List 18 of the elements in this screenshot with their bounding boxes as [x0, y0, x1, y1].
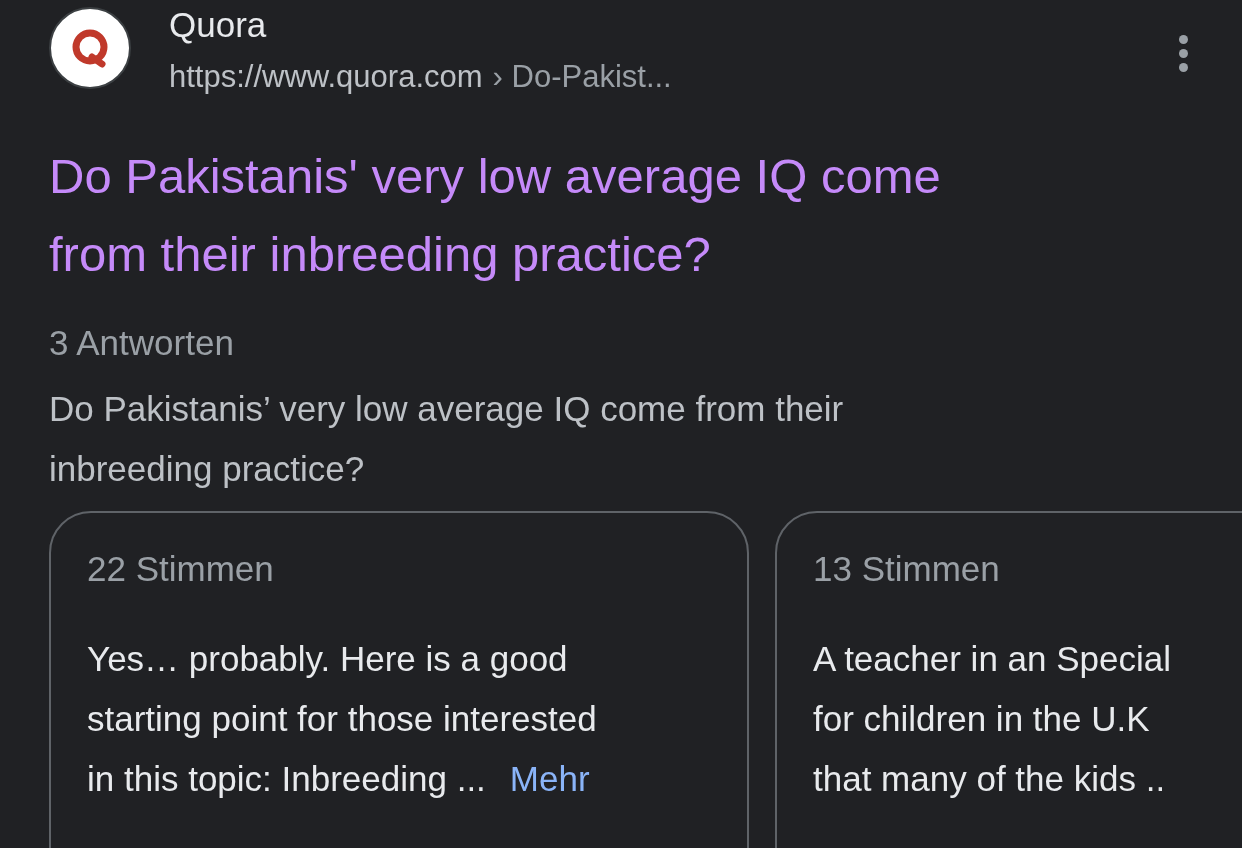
- answer-text-line: starting point for those interested: [87, 698, 597, 740]
- breadcrumb: › Do-Pakist...: [492, 59, 672, 95]
- answer-count: 3 Antworten: [49, 322, 235, 364]
- answer-card[interactable]: 22 Stimmen Yes… probably. Here is a good starting point for those interested in this topic: Inbreeding ... Mehr: [49, 511, 749, 848]
- answer-text-line: in this topic: Inbreeding ...: [87, 758, 486, 800]
- answer-card[interactable]: 13 Stimmen A teacher in an Special for children in the U.K that many of the kids ..: [775, 511, 1242, 848]
- vote-count: 22 Stimmen: [87, 549, 275, 589]
- site-name: Quora: [169, 7, 268, 43]
- answer-text-line: A teacher in an Special: [813, 638, 1171, 680]
- more-options-icon[interactable]: [1179, 35, 1188, 72]
- answer-text-line: Yes… probably. Here is a good: [87, 638, 568, 680]
- result-url: https://www.quora.com: [169, 59, 483, 95]
- answer-text-line: that many of the kids ..: [813, 758, 1166, 800]
- answer-text-line: for children in the U.K: [813, 698, 1150, 740]
- result-title-link[interactable]: Do Pakistanis' very low average IQ come from their inbreeding practice?: [49, 137, 1242, 293]
- result-snippet: Do Pakistanis’ very low average IQ come from their inbreeding practice?: [49, 388, 845, 490]
- more-link[interactable]: Mehr: [509, 749, 590, 809]
- vote-count: 13 Stimmen: [813, 549, 1001, 589]
